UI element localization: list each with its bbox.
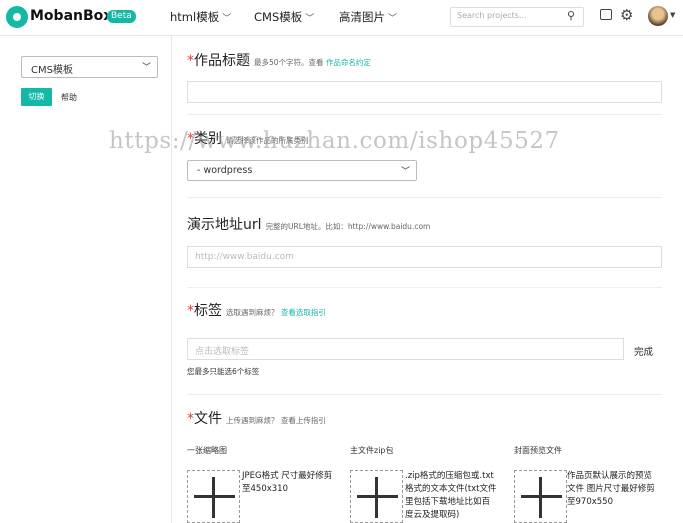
divider: [187, 197, 662, 198]
category-hint: 请选择该作品的所属类别: [226, 136, 309, 145]
thumbnail-column-title: 一张缩略图: [187, 446, 227, 455]
search-input[interactable]: Search projects...: [450, 7, 584, 27]
tags-hint-text: 选取遇到麻烦？: [226, 308, 279, 317]
title-input[interactable]: [187, 81, 662, 103]
divider: [187, 394, 662, 395]
cover-upload-plus-icon[interactable]: [514, 470, 567, 523]
demo-url-label-text: 演示地址url: [187, 217, 262, 233]
beta-badge: Beta: [107, 10, 136, 23]
zip-upload-plus-icon[interactable]: [350, 470, 403, 523]
tags-input[interactable]: 点击选取标签: [187, 338, 624, 360]
cover-desc: 作品页默认展示的预览文件 图片尺寸最好修剪至970x550: [567, 471, 655, 507]
nav-label: 高清图片: [339, 10, 385, 24]
nav-cms-templates[interactable]: CMS模板 ﹀: [254, 9, 314, 25]
title-label-text: 作品标题: [194, 53, 250, 69]
thumbnail-desc: JPEG格式 尺寸最好修剪至450x310: [242, 471, 333, 494]
chevron-down-icon: ﹀: [400, 167, 410, 177]
required-mark: *: [187, 131, 194, 147]
category-select-value: CMS模板: [31, 65, 73, 76]
help-link[interactable]: 帮助: [61, 92, 77, 103]
nav-label: CMS模板: [254, 10, 303, 24]
tag-guide-link[interactable]: 查看选取指引: [281, 308, 326, 317]
title-hint: 最多50个字符。查看 作品命名约定: [254, 58, 371, 67]
tags-label-text: 标签: [194, 303, 222, 319]
required-mark: *: [187, 411, 194, 427]
chevron-down-icon: ﹀: [141, 63, 151, 73]
category-label: *类别 请选择该作品的所属类别: [187, 128, 309, 148]
search-icon[interactable]: ⚲: [567, 9, 575, 22]
required-mark: *: [187, 53, 194, 69]
files-hint[interactable]: 上传遇到麻烦？ 查看上传指引: [226, 416, 326, 425]
chevron-down-icon: ﹀: [388, 14, 398, 24]
tag-limit-note: 您最多只能选6个标签: [187, 367, 260, 376]
chevron-down-icon: ﹀: [305, 14, 315, 24]
avatar[interactable]: [648, 6, 668, 26]
watermark: https://www.huzhan.com/ishop45527: [109, 128, 560, 154]
zip-desc: .zip格式的压缩包或.txt格式的文本文件(txt文件里包括下载地址比如百度云…: [405, 471, 497, 520]
nav-label: html模板: [170, 10, 220, 24]
zip-column-title: 主文件zip包: [350, 446, 394, 455]
divider: [187, 287, 662, 288]
required-mark: *: [187, 303, 194, 319]
tags-label: *标签 选取遇到麻烦？ 查看选取指引: [187, 300, 326, 320]
category-select[interactable]: CMS模板 ﹀: [21, 56, 158, 78]
naming-rules-link[interactable]: 作品命名约定: [326, 58, 371, 67]
nav-html-templates[interactable]: html模板 ﹀: [170, 9, 231, 25]
done-button[interactable]: 完成: [634, 344, 653, 358]
inbox-icon[interactable]: [600, 9, 612, 20]
switch-button[interactable]: 切换: [21, 88, 52, 106]
type-select[interactable]: - wordpress ﹀: [187, 160, 417, 181]
thumbnail-upload-plus-icon[interactable]: [187, 470, 240, 523]
tags-hint: 选取遇到麻烦？ 查看选取指引: [226, 308, 326, 317]
title-label: *作品标题 最多50个字符。查看 作品命名约定: [187, 50, 371, 70]
logo-icon[interactable]: [6, 6, 28, 28]
caret-down-icon[interactable]: ▼: [670, 11, 675, 19]
files-label-text: 文件: [194, 411, 222, 427]
files-label: *文件 上传遇到麻烦？ 查看上传指引: [187, 408, 326, 428]
cover-column-title: 封面预览文件: [514, 446, 562, 455]
brand-name[interactable]: MobanBox: [30, 8, 112, 24]
category-label-text: 类别: [194, 131, 222, 147]
demo-url-input[interactable]: http://www.baidu.com: [187, 246, 662, 268]
demo-url-hint: 完整的URL地址。比如：http://www.baidu.com: [265, 222, 431, 231]
top-header: MobanBox Beta html模板 ﹀ CMS模板 ﹀ 高清图片 ﹀ Searc…: [0, 0, 683, 36]
gear-icon[interactable]: ⚙: [620, 6, 633, 24]
divider: [187, 114, 662, 115]
demo-url-label: 演示地址url 完整的URL地址。比如：http://www.baidu.com: [187, 214, 430, 234]
nav-hd-images[interactable]: 高清图片 ﹀: [339, 9, 397, 25]
title-hint-text: 最多50个字符。查看: [254, 58, 324, 67]
chevron-down-icon: ﹀: [222, 14, 232, 24]
sidebar: [0, 36, 172, 523]
type-select-value: - wordpress: [197, 165, 253, 176]
